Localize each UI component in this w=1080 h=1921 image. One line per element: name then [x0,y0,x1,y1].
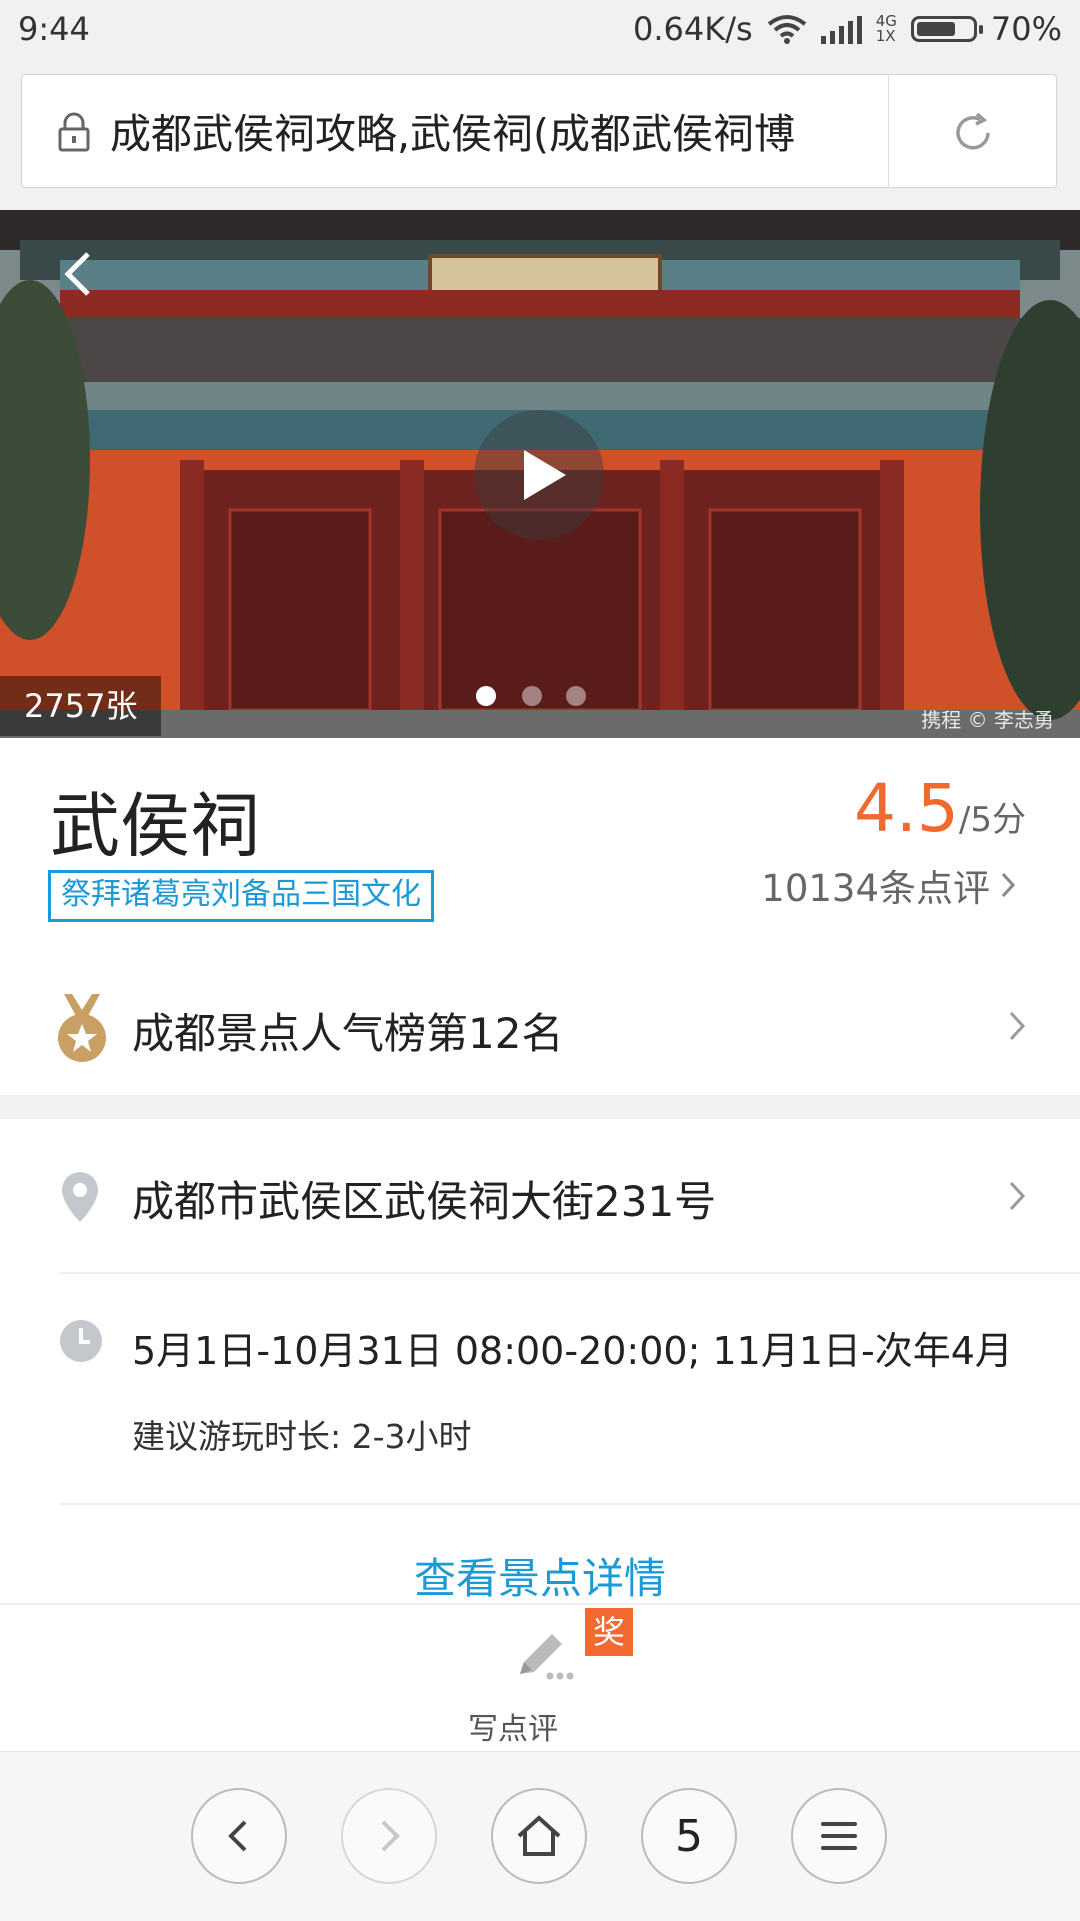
suggested-duration: 建议游玩时长: 2-3小时 [132,1417,472,1456]
network-type: 4G 1X [875,12,897,45]
refresh-icon[interactable] [950,110,996,156]
carousel-dot-2 [522,686,542,706]
chevron-left-icon [228,1820,247,1852]
signal-icon [820,14,862,44]
battery-level [916,22,955,36]
rating-unit: /5分 [958,800,1026,840]
opening-hours: 5月1日-10月31日 08:00-20:00; 11月1日-次年4月... [132,1329,1012,1373]
write-review-label[interactable]: 写点评 [468,1704,558,1748]
rating: 4.5 /5分 [854,770,1026,847]
network-speed: 0.64K/s [633,10,753,48]
address-text[interactable]: 成都市武侯区武侯祠大街231号 [132,1168,716,1229]
rank-text: 成都景点人气榜第12名 [132,1009,564,1058]
divider [60,1272,1080,1274]
review-count: 10134条点评 [761,867,990,910]
photo-credit: 携程 © 李志勇 [921,708,1054,732]
play-video-button[interactable] [474,410,604,540]
chevron-right-icon [1001,872,1016,898]
status-icons: 0.64K/s 4G 1X 70% [633,10,1062,48]
poi-tag: 祭拜诸葛亮刘备品三国文化 [48,870,434,922]
browser-home-button[interactable] [491,1788,587,1884]
chevron-right-icon [1009,1181,1026,1211]
poi-title: 武侯祠 [50,785,260,867]
play-icon [524,450,566,500]
browser-tabs-button[interactable]: 5 [641,1788,737,1884]
tab-count: 5 [675,1810,703,1862]
view-details-link[interactable]: 查看景点详情 [0,1545,1080,1606]
section-separator [0,1095,1080,1119]
back-arrow-icon[interactable] [58,248,102,300]
carousel-dot-1 [476,686,496,706]
wifi-icon [767,15,806,44]
divider [60,1503,1080,1505]
clock-icon [60,1320,102,1362]
battery-percent: 70% [990,10,1062,48]
location-pin-icon [62,1172,98,1222]
photo-count[interactable]: 2757张 [0,676,162,736]
browser-forward-button[interactable] [341,1788,437,1884]
review-count-link[interactable]: 10134条点评 [761,858,1016,912]
lock-icon [58,112,90,152]
home-icon [517,1815,561,1856]
rating-score: 4.5 [853,770,959,847]
pen-icon[interactable] [512,1626,574,1684]
award-badge: 奖 [585,1608,633,1656]
chevron-right-icon [381,1820,400,1852]
status-time: 9:44 [18,10,90,48]
browser-menu-button[interactable] [791,1788,887,1884]
battery-icon [910,16,983,42]
browser-back-button[interactable] [191,1788,287,1884]
menu-icon [821,1822,857,1850]
medal-icon [58,994,106,1062]
url-text[interactable]: 成都武侯祠攻略,武侯祠(成都武侯祠博 [110,100,870,160]
carousel-dot-3 [566,686,586,706]
address-divider [888,74,889,188]
chevron-right-icon [1009,1011,1026,1041]
